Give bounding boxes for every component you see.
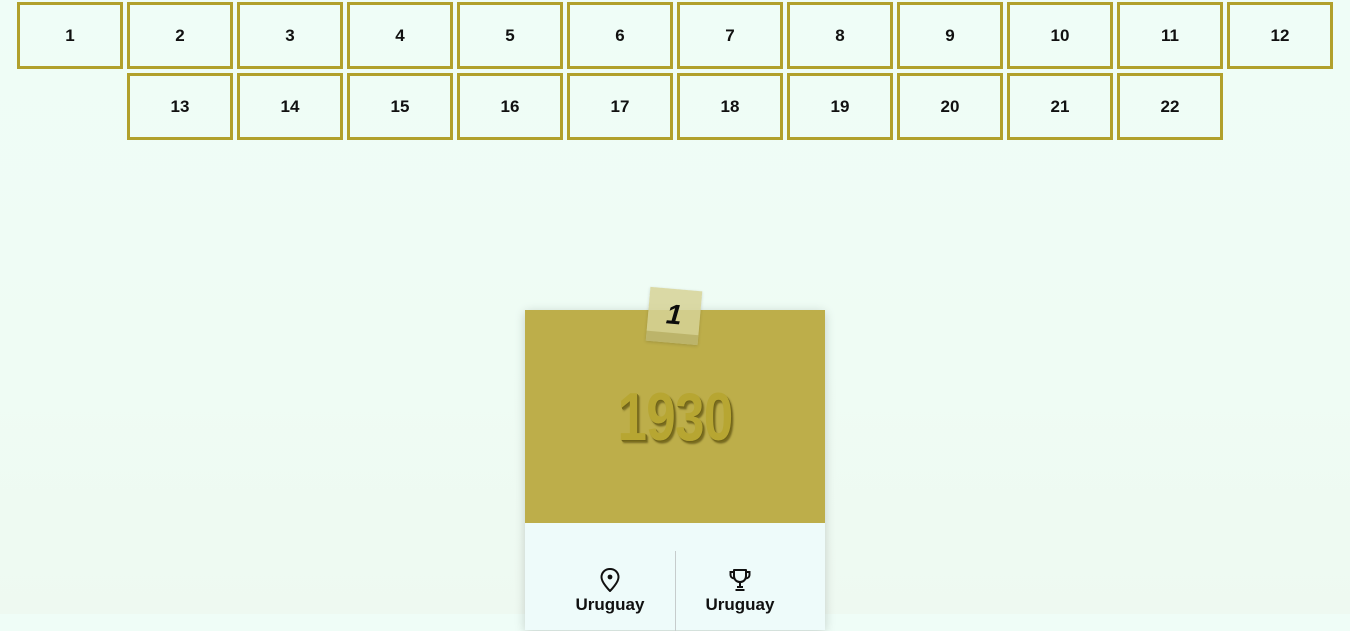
edition-year: 1930 xyxy=(617,379,734,455)
edition-card: 1930 1 Uruguay Uruguay xyxy=(525,286,825,631)
page-button-2[interactable]: 2 xyxy=(127,2,233,69)
page-button-20[interactable]: 20 xyxy=(897,73,1003,140)
location-pin-icon xyxy=(600,568,620,592)
trophy-icon xyxy=(729,569,751,591)
page-button-6[interactable]: 6 xyxy=(567,2,673,69)
winner-info: Uruguay xyxy=(665,567,815,615)
page-button-8[interactable]: 8 xyxy=(787,2,893,69)
page-button-19[interactable]: 19 xyxy=(787,73,893,140)
page-button-10[interactable]: 10 xyxy=(1007,2,1113,69)
host-country-label: Uruguay xyxy=(575,595,645,614)
page-button-1[interactable]: 1 xyxy=(17,2,123,69)
page-button-18[interactable]: 18 xyxy=(677,73,783,140)
page-button-21[interactable]: 21 xyxy=(1007,73,1113,140)
page-button-13[interactable]: 13 xyxy=(127,73,233,140)
page-button-12[interactable]: 12 xyxy=(1227,2,1333,69)
page-button-4[interactable]: 4 xyxy=(347,2,453,69)
page-button-3[interactable]: 3 xyxy=(237,2,343,69)
host-country-info: Uruguay xyxy=(535,567,685,615)
page-button-7[interactable]: 7 xyxy=(677,2,783,69)
edition-pagination: 1 2 3 4 5 6 7 8 9 10 11 12 13 14 15 16 1… xyxy=(0,0,1350,150)
page-button-17[interactable]: 17 xyxy=(567,73,673,140)
page-button-9[interactable]: 9 xyxy=(897,2,1003,69)
winner-label: Uruguay xyxy=(705,595,775,614)
page-button-11[interactable]: 11 xyxy=(1117,2,1223,69)
page-button-15[interactable]: 15 xyxy=(347,73,453,140)
page-button-22[interactable]: 22 xyxy=(1117,73,1223,140)
edition-number-tag: 1 xyxy=(645,286,703,346)
page-button-16[interactable]: 16 xyxy=(457,73,563,140)
page-button-5[interactable]: 5 xyxy=(457,2,563,69)
edition-number: 1 xyxy=(665,298,684,331)
page-button-14[interactable]: 14 xyxy=(237,73,343,140)
